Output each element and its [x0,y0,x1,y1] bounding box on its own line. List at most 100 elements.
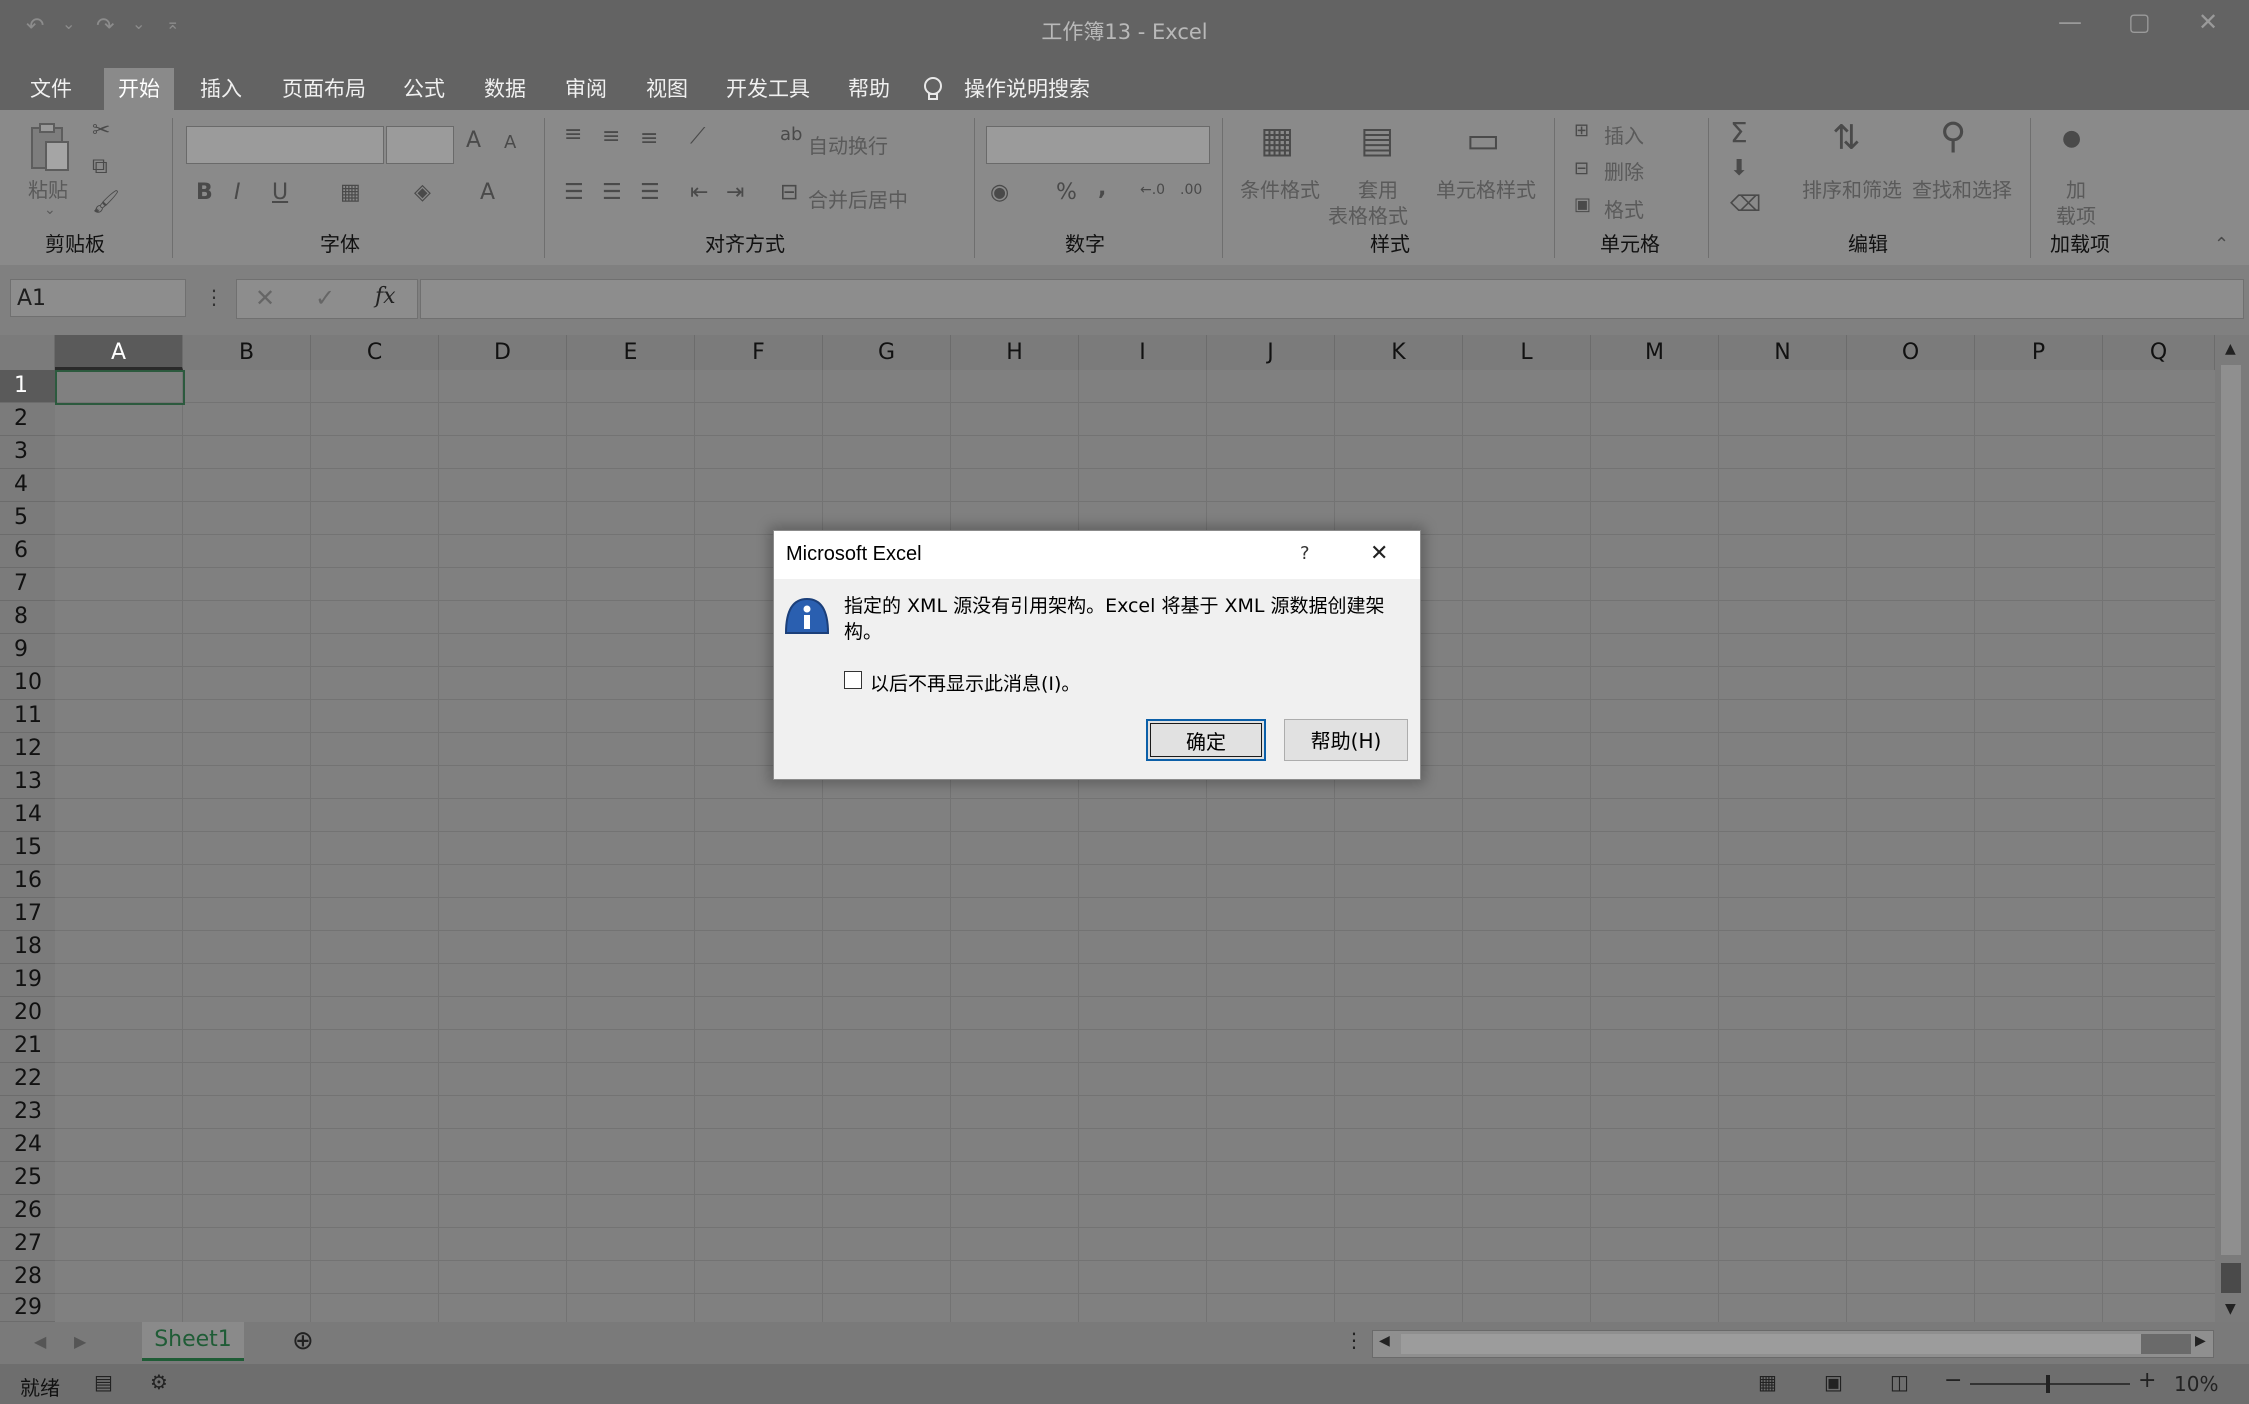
italic-icon[interactable]: I [234,180,241,205]
column-header[interactable]: D [439,335,567,370]
column-header[interactable]: G [823,335,951,370]
scroll-track[interactable] [2221,365,2241,1255]
name-box[interactable]: A1 [10,279,186,317]
row-header[interactable]: 16 [0,865,55,898]
tab-home[interactable]: 开始 [104,68,174,110]
cut-icon[interactable]: ✂ [92,118,110,143]
format-as-table-label-1[interactable]: 套用 [1358,174,1398,203]
insert-cells-label[interactable]: 插入 [1604,120,1644,149]
tab-insert[interactable]: 插入 [186,68,256,110]
row-header[interactable]: 1 [0,370,55,403]
macro-record-icon[interactable]: ▤ [94,1370,113,1394]
minimize-icon[interactable]: — [2058,8,2082,36]
align-middle-icon[interactable]: ≡ [602,124,620,149]
collapse-ribbon-icon[interactable]: ⌃ [2214,234,2229,255]
increase-decimal-icon[interactable]: ←.0 [1140,182,1165,198]
row-header[interactable]: 7 [0,568,55,601]
percent-style-icon[interactable]: % [1056,180,1077,205]
tab-page-layout[interactable]: 页面布局 [268,68,380,110]
format-cells-icon[interactable]: ▣ [1574,194,1591,215]
row-header[interactable]: 10 [0,667,55,700]
column-header[interactable]: A [55,335,183,370]
zoom-level[interactable]: 10% [2174,1372,2218,1396]
column-header[interactable]: L [1463,335,1591,370]
decrease-decimal-icon[interactable]: .00 [1180,182,1202,198]
accessibility-icon[interactable]: ⚙ [150,1370,168,1394]
delete-cells-label[interactable]: 删除 [1604,156,1644,185]
horizontal-scroll-track[interactable] [2141,1334,2191,1354]
paste-dropdown-icon[interactable]: ⌄ [44,202,56,218]
scroll-right-icon[interactable]: ▶ [2195,1333,2206,1349]
page-layout-view-icon[interactable]: ▣ [1824,1370,1843,1394]
align-right-icon[interactable]: ☰ [640,180,660,205]
tab-view[interactable]: 视图 [632,68,702,110]
borders-icon[interactable]: ▦ [340,180,361,205]
row-header[interactable]: 11 [0,700,55,733]
page-break-view-icon[interactable]: ◫ [1890,1370,1909,1394]
row-header[interactable]: 24 [0,1129,55,1162]
normal-view-icon[interactable]: ▦ [1758,1370,1777,1394]
add-sheet-icon[interactable]: ⊕ [292,1326,314,1356]
more-options-icon[interactable]: ⋮ [204,285,224,309]
column-header[interactable]: P [1975,335,2103,370]
merge-center-icon[interactable]: ⊟ [780,180,798,205]
delete-cells-icon[interactable]: ⊟ [1574,158,1589,179]
column-header[interactable]: H [951,335,1079,370]
row-header[interactable]: 5 [0,502,55,535]
format-painter-icon[interactable]: 🖌 [92,190,120,215]
accounting-format-icon[interactable]: ◉ [990,180,1009,205]
zoom-out-icon[interactable]: − [1944,1368,1962,1393]
row-header[interactable]: 29 [0,1294,55,1322]
row-header[interactable]: 22 [0,1063,55,1096]
row-header[interactable]: 18 [0,931,55,964]
align-center-icon[interactable]: ☰ [602,180,622,205]
horizontal-scroll-thumb[interactable] [1401,1334,2141,1354]
cell-grid[interactable] [55,370,2215,1322]
row-header[interactable]: 28 [0,1261,55,1294]
help-button[interactable]: 帮助(H) [1284,719,1408,761]
column-header[interactable]: Q [2103,335,2215,370]
bold-icon[interactable]: B [196,180,213,205]
paste-label[interactable]: 粘贴 [28,174,68,203]
row-header[interactable]: 3 [0,436,55,469]
restore-icon[interactable]: ▢ [2128,8,2151,36]
column-header[interactable]: M [1591,335,1719,370]
merge-center-label[interactable]: 合并后居中 [808,184,908,213]
zoom-slider-thumb[interactable] [2046,1375,2050,1393]
shrink-font-icon[interactable]: A [504,132,516,153]
enter-icon[interactable]: ✓ [315,284,335,312]
conditional-formatting-label[interactable]: 条件格式 [1240,174,1320,203]
row-header[interactable]: 20 [0,997,55,1030]
scroll-down-icon[interactable]: ▼ [2225,1301,2236,1317]
dialog-help-icon[interactable]: ? [1300,543,1310,564]
dont-show-label[interactable]: 以后不再显示此消息(I)。 [870,669,1080,696]
paste-icon[interactable] [28,122,72,178]
tab-data[interactable]: 数据 [470,68,540,110]
fill-icon[interactable]: ⬇ [1730,156,1748,181]
close-window-icon[interactable]: ✕ [2198,8,2218,36]
font-color-icon[interactable]: A [480,180,495,205]
scroll-left-icon[interactable]: ◀ [1379,1333,1390,1349]
column-header[interactable]: E [567,335,695,370]
row-header[interactable]: 19 [0,964,55,997]
wrap-text-icon[interactable]: ab [780,124,802,145]
scroll-up-icon[interactable]: ▲ [2225,341,2236,357]
align-bottom-icon[interactable]: ≡ [640,126,658,151]
vertical-scrollbar[interactable]: ▲ ▼ [2215,335,2249,1322]
column-header[interactable]: F [695,335,823,370]
column-header[interactable]: O [1847,335,1975,370]
row-header[interactable]: 2 [0,403,55,436]
insert-cells-icon[interactable]: ⊞ [1574,120,1589,141]
ok-button[interactable]: 确定 [1146,719,1266,761]
cell-styles-icon[interactable]: ▭ [1466,120,1500,161]
find-select-icon[interactable]: ⚲ [1940,116,1966,157]
comma-style-icon[interactable]: , [1098,176,1106,201]
tab-developer[interactable]: 开发工具 [712,68,824,110]
align-top-icon[interactable]: ≡ [564,122,582,147]
find-select-label[interactable]: 查找和选择 [1912,174,2012,203]
row-header[interactable]: 8 [0,601,55,634]
tell-me-search[interactable]: 操作说明搜索 [964,68,1090,110]
clear-icon[interactable]: ⌫ [1730,192,1761,217]
sort-filter-label[interactable]: 排序和筛选 [1802,174,1902,203]
column-header[interactable]: N [1719,335,1847,370]
